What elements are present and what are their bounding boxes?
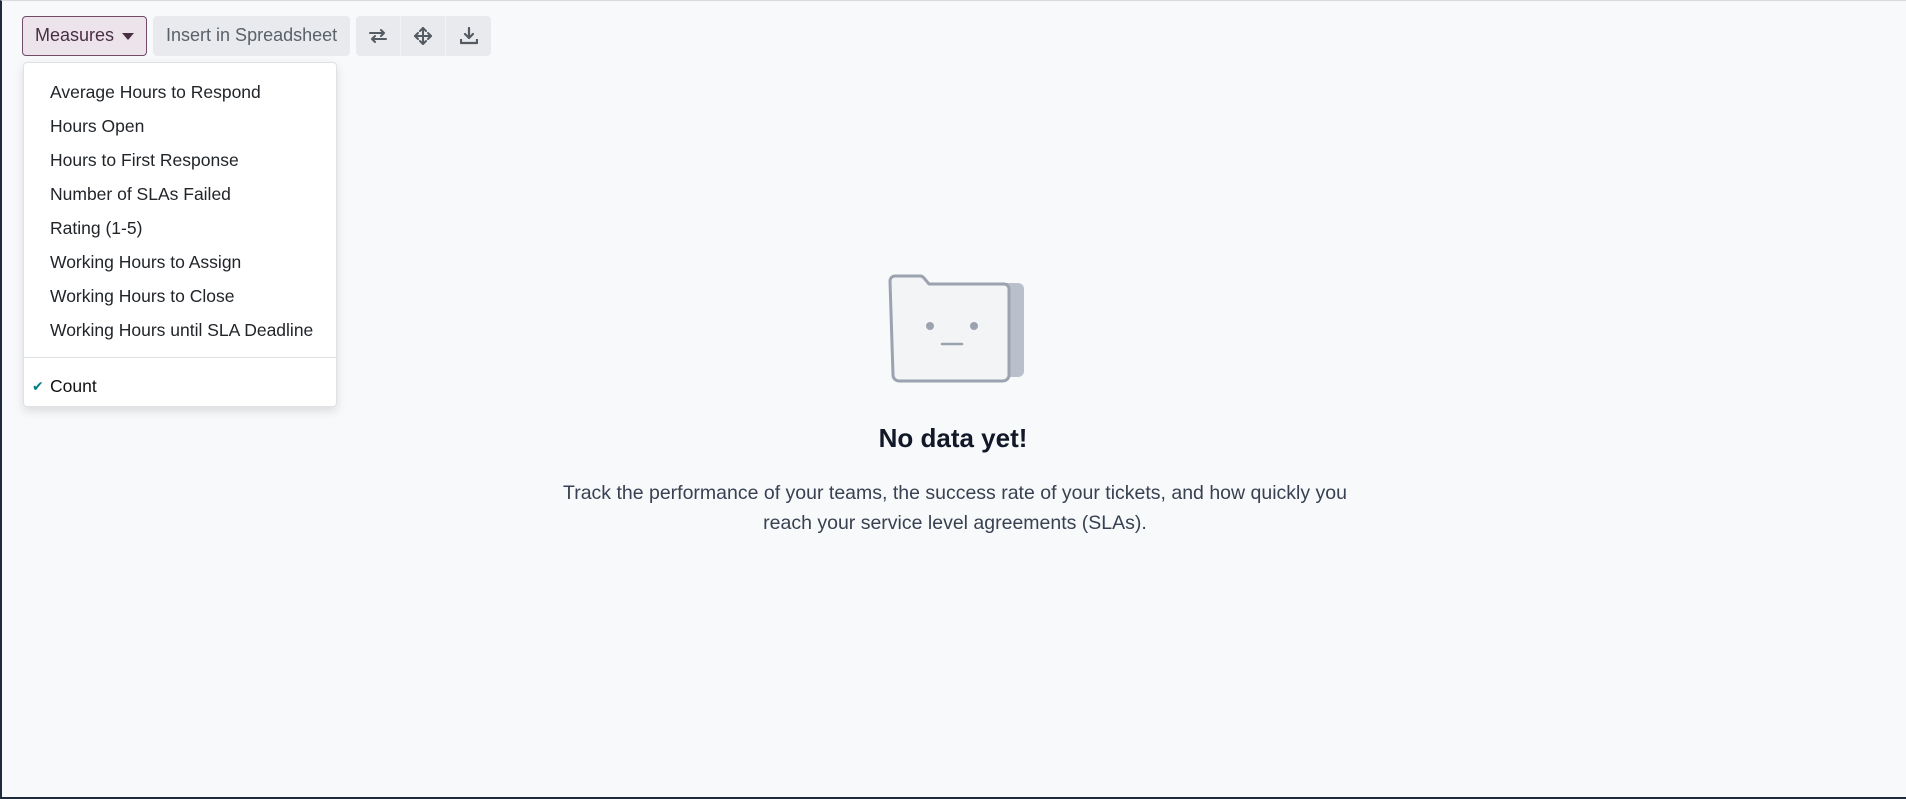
measures-dropdown-button[interactable]: Measures [22, 15, 148, 56]
empty-state: No data yet! Track the performance of yo… [2, 271, 1906, 538]
flip-axis-button[interactable] [356, 15, 402, 56]
caret-down-icon [122, 33, 135, 40]
flip-axis-icon [369, 28, 388, 43]
empty-state-title: No data yet! [878, 423, 1028, 453]
empty-state-description: Track the performance of your teams, the… [563, 482, 1347, 534]
measures-label: Measures [35, 25, 115, 45]
measure-item-avg-hours-to-respond[interactable]: Average Hours to Respond [24, 75, 336, 109]
download-icon [459, 26, 478, 44]
pivot-toolbar: Measures Insert in Spreadsheet [22, 15, 492, 56]
pivot-actions-group [356, 15, 492, 56]
expand-icon [414, 26, 433, 45]
measure-item-slas-failed[interactable]: Number of SLAs Failed [24, 177, 336, 211]
measure-item-hours-to-first-response[interactable]: Hours to First Response [24, 143, 336, 177]
insert-in-spreadsheet-button[interactable]: Insert in Spreadsheet [153, 15, 351, 56]
measure-item-hours-open[interactable]: Hours Open [24, 109, 336, 143]
expand-all-button[interactable] [401, 15, 447, 56]
download-button[interactable] [446, 15, 492, 56]
empty-folder-icon [888, 274, 1024, 383]
measure-item-rating[interactable]: Rating (1-5) [24, 211, 336, 245]
app-window: Measures Insert in Spreadsheet Average H… [0, 0, 1906, 799]
